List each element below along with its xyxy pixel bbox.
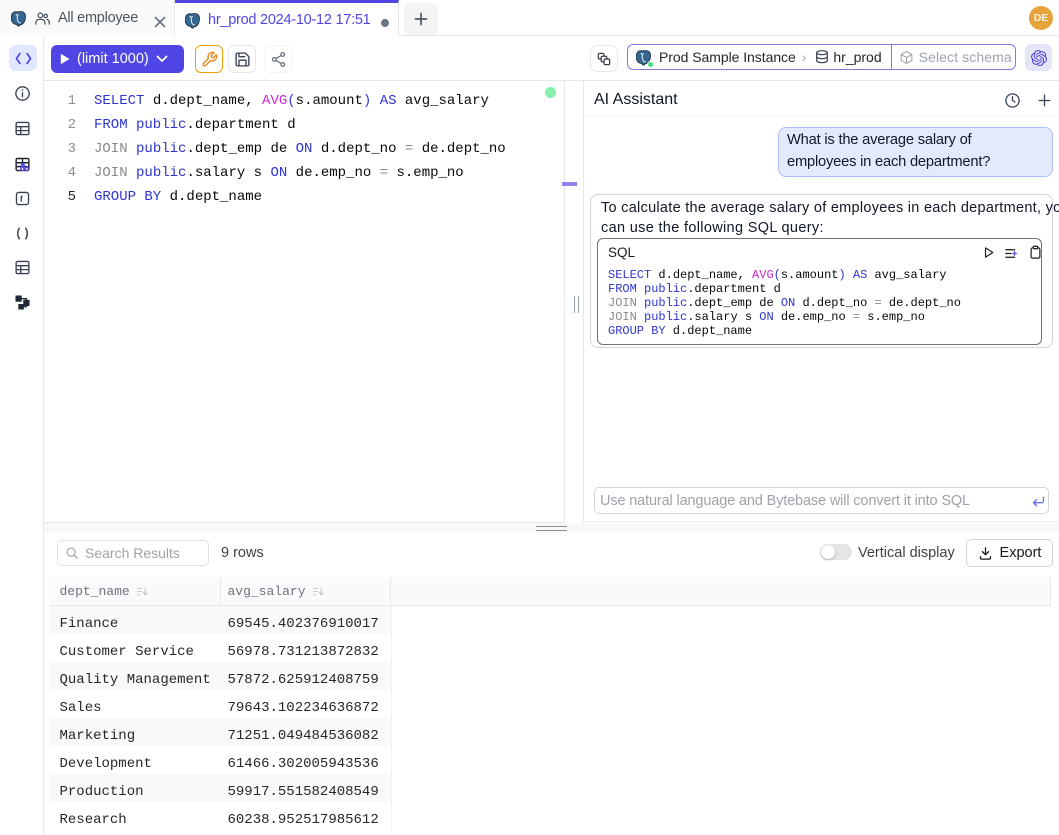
- svg-text:f: f: [20, 194, 24, 204]
